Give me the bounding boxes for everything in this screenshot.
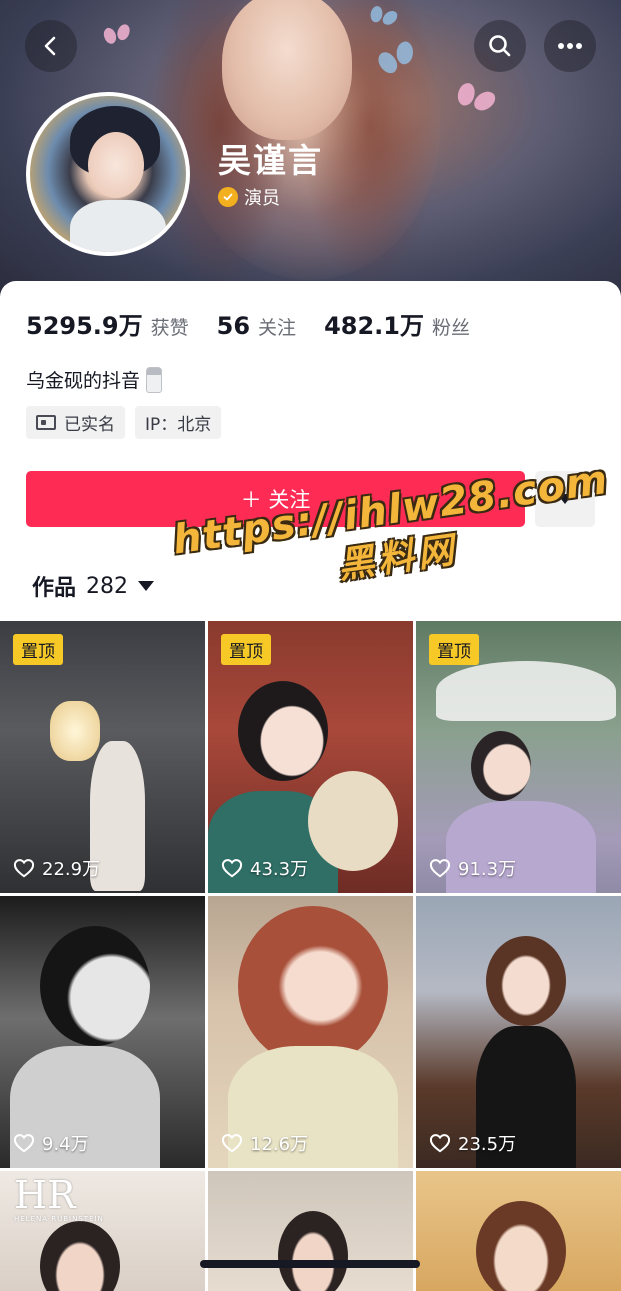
stat-followers[interactable]: 482.1万 粉丝 xyxy=(324,306,470,341)
pinned-badge: 置顶 xyxy=(13,634,63,665)
avatar-body xyxy=(70,200,166,252)
stat-following[interactable]: 56 关注 xyxy=(217,312,296,340)
stat-likes[interactable]: 5295.9万 获赞 xyxy=(26,306,189,341)
video-tile[interactable]: 置顶 91.3万 xyxy=(416,621,621,893)
figure xyxy=(238,681,328,781)
video-tile[interactable]: 置顶 43.3万 xyxy=(208,621,413,893)
like-count: 43.3万 xyxy=(221,855,308,881)
tag-verified-identity: 已实名 xyxy=(26,406,125,439)
heart-icon xyxy=(13,1134,35,1153)
back-button[interactable] xyxy=(25,20,77,72)
like-count-text: 91.3万 xyxy=(458,859,517,880)
stat-value: 56 xyxy=(216,312,251,340)
heart-icon xyxy=(13,859,35,878)
id-card-icon xyxy=(36,415,56,430)
bio: 乌金砚的抖音 xyxy=(26,366,163,393)
video-tile[interactable] xyxy=(416,1171,621,1291)
profile-role: 演员 xyxy=(218,184,280,210)
umbrella xyxy=(436,661,616,721)
video-tile[interactable]: HR HELENA RUBINSTEIN xyxy=(0,1171,205,1291)
verified-icon xyxy=(218,187,238,207)
chevron-down-icon xyxy=(138,581,155,591)
banner-face xyxy=(222,0,352,140)
figure xyxy=(471,731,531,801)
avatar[interactable] xyxy=(26,92,190,256)
heart-icon xyxy=(221,859,243,878)
profile-name: 吴谨言 xyxy=(218,141,323,180)
video-tile[interactable]: 23.5万 xyxy=(416,896,621,1168)
pinned-badge: 置顶 xyxy=(221,634,271,665)
like-count-text: 43.3万 xyxy=(250,859,309,880)
heart-icon xyxy=(429,859,451,878)
more-button[interactable] xyxy=(544,20,596,72)
like-count: 91.3万 xyxy=(429,855,516,881)
tag-label: 已实名 xyxy=(64,415,115,435)
video-tile[interactable]: 12.6万 xyxy=(208,896,413,1168)
stat-value: 5295.9万 xyxy=(26,312,143,340)
tag-ip-location: IP：北京 xyxy=(135,406,222,439)
avatar-face xyxy=(88,132,144,198)
stat-label: 获赞 xyxy=(150,317,189,339)
like-count: 23.5万 xyxy=(429,1130,516,1156)
video-grid: 置顶 22.9万 置顶 43.3万 置顶 91.3万 9.4万 12.6万 23… xyxy=(0,621,621,1291)
tag-label: IP：北京 xyxy=(145,415,212,435)
works-count: 282 xyxy=(86,573,129,599)
more-icon xyxy=(558,43,582,49)
lantern-figure xyxy=(50,701,100,761)
stats-row: 5295.9万 获赞 56 关注 482.1万 粉丝 xyxy=(26,306,470,341)
like-count: 12.6万 xyxy=(221,1130,308,1156)
like-count-text: 23.5万 xyxy=(458,1134,517,1155)
salt-shaker-icon xyxy=(146,366,163,393)
home-indicator[interactable] xyxy=(200,1260,420,1268)
figure xyxy=(40,926,150,1046)
like-count-text: 22.9万 xyxy=(42,859,101,880)
round-fan xyxy=(308,771,398,871)
brand-logo: HR xyxy=(14,1173,76,1217)
stat-label: 粉丝 xyxy=(431,317,470,339)
video-tile[interactable] xyxy=(208,1171,413,1291)
back-icon xyxy=(44,36,56,56)
like-count: 22.9万 xyxy=(13,855,100,881)
heart-icon xyxy=(429,1134,451,1153)
stat-value: 482.1万 xyxy=(324,312,424,340)
bio-text: 乌金砚的抖音 xyxy=(26,370,141,392)
search-button[interactable] xyxy=(474,20,526,72)
tags-row: 已实名 IP：北京 xyxy=(26,406,222,439)
figure xyxy=(486,936,566,1026)
pinned-badge: 置顶 xyxy=(429,634,479,665)
stat-label: 关注 xyxy=(258,317,297,339)
works-label: 作品 xyxy=(32,576,77,601)
like-count-text: 9.4万 xyxy=(42,1134,89,1155)
figure xyxy=(476,1201,566,1291)
butterfly-decoration xyxy=(454,81,497,117)
heart-icon xyxy=(221,1134,243,1153)
video-tile[interactable]: 9.4万 xyxy=(0,896,205,1168)
butterfly-decoration xyxy=(102,23,132,47)
search-icon xyxy=(489,35,511,57)
like-count-text: 12.6万 xyxy=(250,1134,309,1155)
figure xyxy=(40,1221,120,1291)
works-tab[interactable]: 作品 282 xyxy=(32,570,155,602)
figure xyxy=(238,906,388,1066)
role-label: 演员 xyxy=(244,188,280,209)
like-count: 9.4万 xyxy=(13,1130,89,1156)
figure xyxy=(278,1211,348,1291)
brand-logo-sub: HELENA RUBINSTEIN xyxy=(14,1215,104,1223)
video-tile[interactable]: 置顶 22.9万 xyxy=(0,621,205,893)
